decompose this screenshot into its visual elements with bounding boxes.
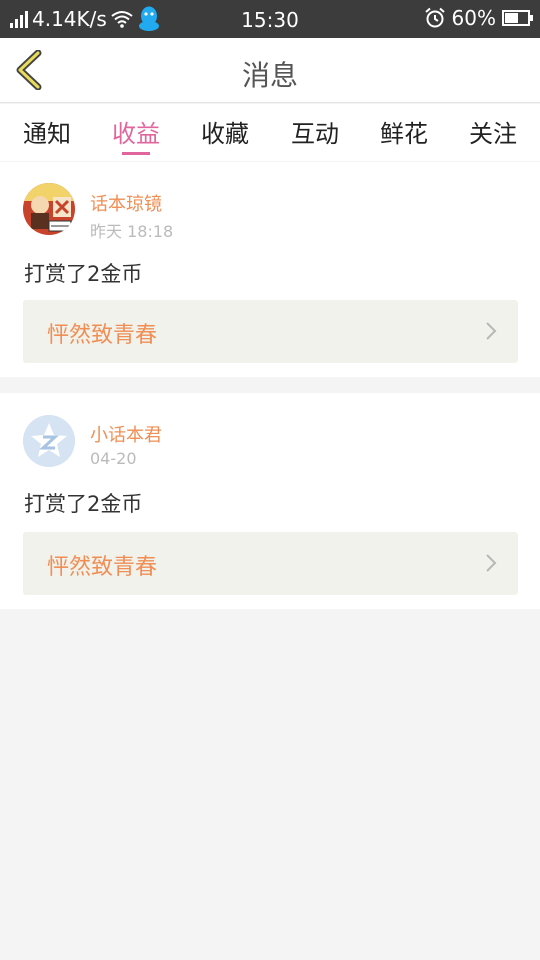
battery-icon (502, 10, 533, 26)
alarm-icon (424, 7, 445, 28)
nav-bar: 消息 (0, 38, 540, 103)
book-title: 怦然致青春 (47, 323, 158, 348)
status-bar: 4.14K/s 15:30 60% (0, 0, 540, 38)
book-link[interactable]: 怦然致青春 (23, 532, 518, 595)
tab-bar: 通知 收益 收藏 互动 鲜花 关注 (0, 104, 540, 161)
avatar[interactable] (23, 183, 75, 235)
username[interactable]: 小话本君 (90, 421, 162, 447)
message-card: 小话本君 04-20 打赏了2金币 怦然致青春 (0, 393, 540, 609)
chevron-right-icon (486, 554, 497, 572)
tab-active-indicator (122, 152, 150, 155)
default-avatar-icon (23, 415, 75, 467)
tab-flowers[interactable]: 鲜花 (380, 114, 428, 149)
page-title: 消息 (241, 59, 298, 92)
chevron-right-icon (486, 322, 497, 340)
book-link[interactable]: 怦然致青春 (23, 300, 518, 363)
message-text: 打赏了2金币 (24, 492, 143, 516)
username[interactable]: 话本琼镜 (90, 190, 162, 216)
custom-avatar-icon (23, 183, 75, 235)
book-title: 怦然致青春 (47, 555, 158, 580)
message-time: 04-20 (90, 449, 137, 468)
avatar[interactable] (23, 415, 75, 467)
tab-interactions[interactable]: 互动 (291, 114, 339, 149)
message-card: 话本琼镜 昨天 18:18 打赏了2金币 怦然致青春 (0, 162, 540, 377)
status-right: 60% (424, 6, 533, 30)
battery-percent: 60% (451, 6, 496, 30)
message-text: 打赏了2金币 (24, 262, 143, 286)
tab-notifications[interactable]: 通知 (23, 114, 71, 149)
tab-favorites[interactable]: 收藏 (201, 114, 249, 149)
tab-earnings[interactable]: 收益 (112, 114, 160, 149)
tab-following[interactable]: 关注 (469, 114, 517, 149)
message-time: 昨天 18:18 (90, 222, 174, 241)
